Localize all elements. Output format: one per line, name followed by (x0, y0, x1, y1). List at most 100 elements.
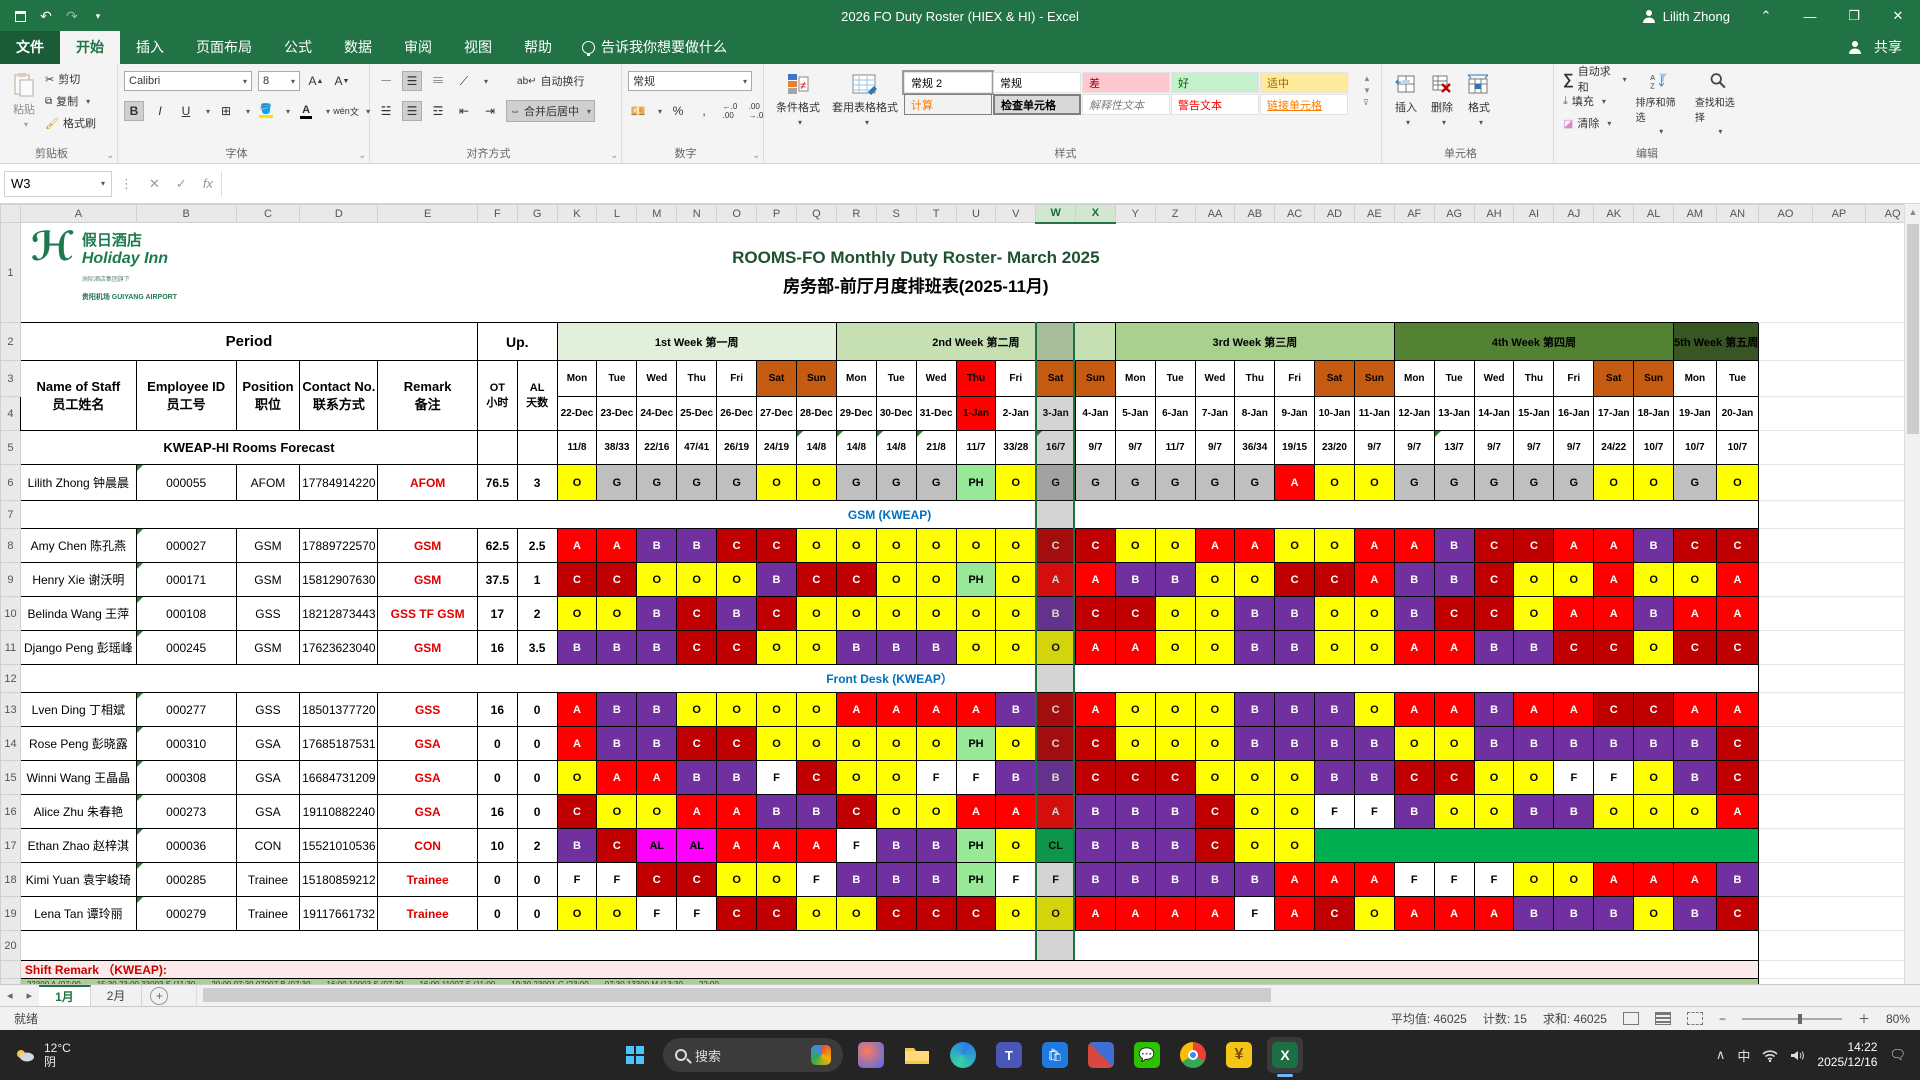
shift-cell-17-Jan[interactable]: O (1594, 465, 1634, 501)
shift-cell-6-Jan[interactable]: A (1155, 897, 1195, 931)
week-band-4[interactable]: 4th Week 第四周 (1394, 323, 1673, 361)
shift-cell-27-Dec[interactable]: C (757, 529, 797, 563)
staff-ot[interactable]: 17 (477, 597, 517, 631)
taskbar-search[interactable]: 搜索 (663, 1038, 843, 1072)
shift-cell-13-Jan[interactable]: G (1434, 465, 1474, 501)
shift-cell-16-Jan[interactable]: A (1554, 693, 1594, 727)
col-header-AI[interactable]: AI (1514, 205, 1554, 223)
increase-decimal-icon[interactable]: ←.0.00 (720, 101, 740, 121)
shift-cell-9-Jan[interactable]: O (1275, 829, 1315, 863)
empty-cells[interactable] (1759, 727, 1920, 761)
align-left-icon[interactable]: ☱ (376, 101, 396, 121)
shift-cell-11-Jan[interactable]: O (1354, 631, 1394, 665)
shift-cell-28-Dec[interactable]: O (796, 597, 836, 631)
day-cell-23-Dec[interactable]: Tue (597, 361, 637, 397)
shift-cell-12-Jan[interactable]: A (1394, 529, 1434, 563)
staff-al[interactable]: 1 (517, 563, 557, 597)
shift-cell-25-Dec[interactable]: O (677, 693, 717, 727)
shift-cell-10-Jan[interactable]: O (1315, 529, 1355, 563)
date-cell-31-Dec[interactable]: 31-Dec (916, 397, 956, 431)
staff-al[interactable]: 0 (517, 863, 557, 897)
shift-cell-31-Dec[interactable]: A (916, 693, 956, 727)
shift-cell-7-Jan[interactable]: A (1195, 897, 1235, 931)
fill-color-button[interactable]: 🪣 (256, 101, 276, 121)
empty-row-20[interactable] (20, 931, 1758, 961)
date-cell-29-Dec[interactable]: 29-Dec (836, 397, 876, 431)
staff-id[interactable]: 000245 (136, 631, 236, 665)
shift-cell-19-Jan[interactable]: B (1674, 897, 1717, 931)
shift-cell-26-Dec[interactable]: O (717, 863, 757, 897)
zoom-level[interactable]: 80% (1886, 1012, 1910, 1026)
shift-cell-25-Dec[interactable]: C (677, 863, 717, 897)
shift-cell-15-Jan[interactable]: B (1514, 631, 1554, 665)
row-header-18[interactable]: 18 (1, 863, 21, 897)
shift-cell-14-Jan[interactable]: G (1474, 465, 1514, 501)
shift-cell-4-Jan[interactable]: B (1076, 863, 1116, 897)
shift-cell-16-Jan[interactable]: B (1554, 795, 1594, 829)
shift-cell-8-Jan[interactable]: O (1235, 761, 1275, 795)
col-header-E[interactable]: E (378, 205, 478, 223)
qat-customize-icon[interactable]: ▾ (90, 8, 106, 24)
vertical-scroll-thumb[interactable] (1907, 224, 1919, 434)
row-header-12[interactable]: 12 (1, 665, 21, 693)
shift-cell-6-Jan[interactable]: O (1155, 727, 1195, 761)
shift-cell-18-Jan[interactable]: A (1634, 863, 1674, 897)
col-header-U[interactable]: U (956, 205, 996, 223)
shift-cell-16-Jan[interactable]: C (1554, 631, 1594, 665)
shift-cell-17-Jan[interactable]: B (1594, 727, 1634, 761)
date-cell-7-Jan[interactable]: 7-Jan (1195, 397, 1235, 431)
shift-cell-20-Jan[interactable]: C (1716, 761, 1759, 795)
font-size-select[interactable]: 8▾ (258, 71, 300, 91)
forecast-4-Jan[interactable]: 9/7 (1076, 431, 1116, 465)
shift-cell-9-Jan[interactable]: C (1275, 563, 1315, 597)
staff-id[interactable]: 000027 (136, 529, 236, 563)
shift-cell-13-Jan[interactable]: C (1434, 761, 1474, 795)
accounting-format-icon[interactable]: 💴 (628, 101, 648, 121)
day-cell-8-Jan[interactable]: Thu (1235, 361, 1275, 397)
shift-cell-24-Dec[interactable]: F (637, 897, 677, 931)
shift-cell-20-Jan[interactable]: B (1716, 863, 1759, 897)
date-cell-4-Jan[interactable]: 4-Jan (1076, 397, 1116, 431)
staff-name[interactable]: Lilith Zhong 钟晨晨 (20, 465, 136, 501)
shift-cell-7-Jan[interactable]: B (1195, 863, 1235, 897)
date-cell-13-Jan[interactable]: 13-Jan (1434, 397, 1474, 431)
forecast-8-Jan[interactable]: 36/34 (1235, 431, 1275, 465)
empty-cells[interactable] (1759, 795, 1920, 829)
date-cell-2-Jan[interactable]: 2-Jan (996, 397, 1036, 431)
horizontal-scrollbar[interactable] (196, 985, 1920, 1006)
shift-cell-1-Jan[interactable]: C (956, 897, 996, 931)
shift-cell-13-Jan[interactable]: B (1434, 563, 1474, 597)
shift-cell-25-Dec[interactable]: AL (677, 829, 717, 863)
date-cell-23-Dec[interactable]: 23-Dec (597, 397, 637, 431)
shift-cell-6-Jan[interactable]: G (1155, 465, 1195, 501)
row-header-19[interactable]: 19 (1, 897, 21, 931)
shift-cell-1-Jan[interactable]: PH (956, 563, 996, 597)
shift-cell-7-Jan[interactable]: O (1195, 597, 1235, 631)
ribbon-display-options-icon[interactable]: ⌃ (1744, 0, 1788, 32)
shift-cell-10-Jan[interactable]: O (1315, 631, 1355, 665)
cell-style-6[interactable]: 检查单元格 (993, 94, 1081, 115)
shift-cell-29-Dec[interactable]: C (836, 795, 876, 829)
shift-cell-16-Jan[interactable]: O (1554, 863, 1594, 897)
shift-cell-6-Jan[interactable]: B (1155, 829, 1195, 863)
staff-name[interactable]: Amy Chen 陈孔燕 (20, 529, 136, 563)
col-header-AF[interactable]: AF (1394, 205, 1434, 223)
empty-cells[interactable] (1759, 897, 1920, 931)
staff-position[interactable]: GSA (236, 795, 300, 829)
shift-cell-15-Jan[interactable]: C (1514, 529, 1554, 563)
forecast-7-Jan[interactable]: 9/7 (1195, 431, 1235, 465)
shift-cell-11-Jan[interactable] (1354, 829, 1394, 863)
shift-cell-25-Dec[interactable]: A (677, 795, 717, 829)
phonetic-guide-button[interactable]: wén文 (336, 101, 356, 121)
shift-cell-29-Dec[interactable]: B (836, 863, 876, 897)
shift-cell-29-Dec[interactable]: B (836, 631, 876, 665)
shift-cell-7-Jan[interactable]: O (1195, 761, 1235, 795)
col-header-AN[interactable]: AN (1716, 205, 1759, 223)
shift-cell-7-Jan[interactable]: O (1195, 563, 1235, 597)
shift-cell-7-Jan[interactable]: C (1195, 795, 1235, 829)
shift-cell-16-Jan[interactable]: A (1554, 529, 1594, 563)
shift-cell-23-Dec[interactable]: O (597, 597, 637, 631)
shift-cell-19-Jan[interactable]: C (1674, 631, 1717, 665)
percent-icon[interactable]: % (668, 101, 688, 121)
shift-cell-22-Dec[interactable]: B (557, 631, 597, 665)
